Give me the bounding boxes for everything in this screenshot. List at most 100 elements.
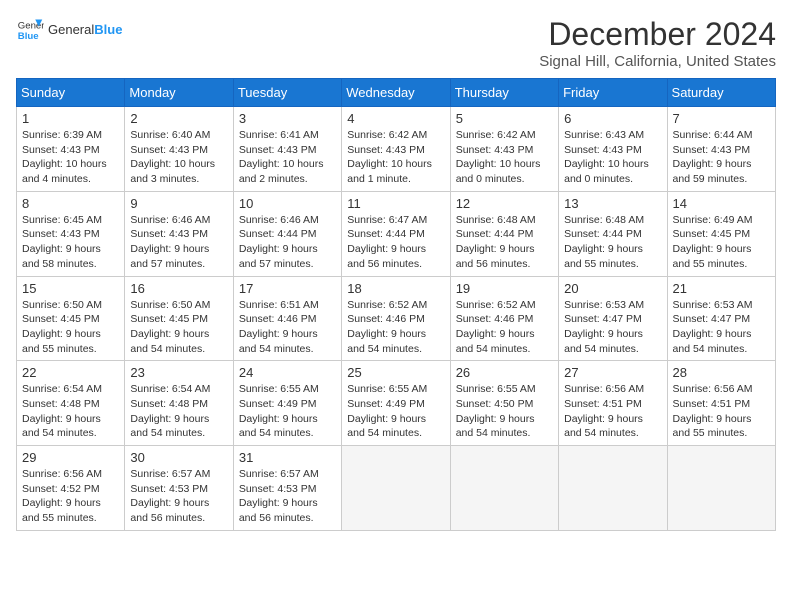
week-row-4: 22 Sunrise: 6:54 AMSunset: 4:48 PMDayligh… (17, 361, 776, 446)
cell-text: Sunrise: 6:50 AMSunset: 4:45 PMDaylight:… (130, 298, 227, 357)
calendar-cell: 23Sunrise: 6:54 AMSunset: 4:48 PMDayligh… (125, 361, 233, 446)
day-number: 27 (564, 365, 661, 380)
logo-blue: Blue (94, 22, 122, 37)
week-row-2: 8Sunrise: 6:45 AMSunset: 4:43 PMDaylight… (17, 191, 776, 276)
cell-text: Sunrise: 6:39 AMSunset: 4:43 PMDaylight:… (22, 128, 119, 187)
calendar-cell: 15Sunrise: 6:50 AMSunset: 4:45 PMDayligh… (17, 276, 125, 361)
cell-text: Sunrise: 6:45 AMSunset: 4:43 PMDaylight:… (22, 213, 119, 272)
cell-text: Sunrise: 6:46 AMSunset: 4:44 PMDaylight:… (239, 213, 336, 272)
week-row-5: 29Sunrise: 6:56 AMSunset: 4:52 PMDayligh… (17, 446, 776, 531)
cell-text: Sunrise: 6:56 AMSunset: 4:51 PMDaylight:… (564, 382, 661, 441)
weekday-saturday: Saturday (667, 79, 775, 107)
day-number: 31 (239, 450, 336, 465)
calendar-cell: 9Sunrise: 6:46 AMSunset: 4:43 PMDaylight… (125, 191, 233, 276)
calendar-cell: 3Sunrise: 6:41 AMSunset: 4:43 PMDaylight… (233, 107, 341, 192)
logo: General Blue GeneralBlue (16, 16, 122, 44)
cell-text: Sunrise: 6:51 AMSunset: 4:46 PMDaylight:… (239, 298, 336, 357)
svg-text:Blue: Blue (18, 31, 39, 42)
day-number: 18 (347, 281, 444, 296)
header: General Blue GeneralBlue December 2024 S… (16, 16, 776, 70)
weekday-wednesday: Wednesday (342, 79, 450, 107)
calendar-cell: 4Sunrise: 6:42 AMSunset: 4:43 PMDaylight… (342, 107, 450, 192)
cell-text: Sunrise: 6:50 AMSunset: 4:45 PMDaylight:… (22, 298, 119, 357)
cell-text: Sunrise: 6:49 AMSunset: 4:45 PMDaylight:… (673, 213, 770, 272)
calendar-cell: 14Sunrise: 6:49 AMSunset: 4:45 PMDayligh… (667, 191, 775, 276)
day-number: 4 (347, 111, 444, 126)
day-number: 6 (564, 111, 661, 126)
calendar-cell: 12 Sunrise: 6:48 AMSunset: 4:44 PMDayligh… (450, 191, 558, 276)
logo-icon: General Blue (16, 16, 44, 44)
calendar-cell: 11 Sunrise: 6:47 AMSunset: 4:44 PMDayligh… (342, 191, 450, 276)
weekday-thursday: Thursday (450, 79, 558, 107)
day-number: 2 (130, 111, 227, 126)
location-title: Signal Hill, California, United States (539, 53, 776, 70)
calendar-table: SundayMondayTuesdayWednesdayThursdayFrid… (16, 78, 776, 531)
day-number: 7 (673, 111, 770, 126)
calendar-cell: 28 Sunrise: 6:56 AMSunset: 4:51 PMDayligh… (667, 361, 775, 446)
calendar-cell: 6Sunrise: 6:43 AMSunset: 4:43 PMDaylight… (559, 107, 667, 192)
calendar-cell: 17 Sunrise: 6:51 AMSunset: 4:46 PMDayligh… (233, 276, 341, 361)
day-number: 10 (239, 196, 336, 211)
cell-text: Sunrise: 6:52 AMSunset: 4:46 PMDaylight:… (456, 298, 553, 357)
day-number: 22 (22, 365, 119, 380)
calendar-cell: 27 Sunrise: 6:56 AMSunset: 4:51 PMDayligh… (559, 361, 667, 446)
cell-text: Sunrise: 6:52 AMSunset: 4:46 PMDaylight:… (347, 298, 444, 357)
calendar-cell: 8Sunrise: 6:45 AMSunset: 4:43 PMDaylight… (17, 191, 125, 276)
day-number: 11 (347, 196, 444, 211)
day-number: 13 (564, 196, 661, 211)
day-number: 17 (239, 281, 336, 296)
day-number: 5 (456, 111, 553, 126)
calendar-cell (342, 446, 450, 531)
weekday-sunday: Sunday (17, 79, 125, 107)
calendar-cell: 2Sunrise: 6:40 AMSunset: 4:43 PMDaylight… (125, 107, 233, 192)
calendar-body: 1 Sunrise: 6:39 AMSunset: 4:43 PMDaylight… (17, 107, 776, 531)
calendar-cell: 31 Sunrise: 6:57 AMSunset: 4:53 PMDayligh… (233, 446, 341, 531)
day-number: 26 (456, 365, 553, 380)
calendar-cell (450, 446, 558, 531)
calendar-cell: 26 Sunrise: 6:55 AMSunset: 4:50 PMDayligh… (450, 361, 558, 446)
title-area: December 2024 Signal Hill, California, U… (539, 16, 776, 70)
cell-text: Sunrise: 6:44 AMSunset: 4:43 PMDaylight:… (673, 128, 770, 187)
cell-text: Sunrise: 6:55 AMSunset: 4:49 PMDaylight:… (347, 382, 444, 441)
week-row-1: 1 Sunrise: 6:39 AMSunset: 4:43 PMDaylight… (17, 107, 776, 192)
calendar-cell: 21 Sunrise: 6:53 AMSunset: 4:47 PMDayligh… (667, 276, 775, 361)
day-number: 30 (130, 450, 227, 465)
calendar-cell: 16 Sunrise: 6:50 AMSunset: 4:45 PMDayligh… (125, 276, 233, 361)
calendar-cell (559, 446, 667, 531)
weekday-monday: Monday (125, 79, 233, 107)
cell-text: Sunrise: 6:53 AMSunset: 4:47 PMDaylight:… (673, 298, 770, 357)
cell-text: Sunrise: 6:47 AMSunset: 4:44 PMDaylight:… (347, 213, 444, 272)
calendar-cell: 30Sunrise: 6:57 AMSunset: 4:53 PMDayligh… (125, 446, 233, 531)
calendar-cell: 1 Sunrise: 6:39 AMSunset: 4:43 PMDaylight… (17, 107, 125, 192)
cell-text: Sunrise: 6:54 AMSunset: 4:48 PMDaylight:… (130, 382, 227, 441)
day-number: 25 (347, 365, 444, 380)
calendar-cell: 25 Sunrise: 6:55 AMSunset: 4:49 PMDayligh… (342, 361, 450, 446)
cell-text: Sunrise: 6:56 AMSunset: 4:51 PMDaylight:… (673, 382, 770, 441)
cell-text: Sunrise: 6:46 AMSunset: 4:43 PMDaylight:… (130, 213, 227, 272)
calendar-cell: 22 Sunrise: 6:54 AMSunset: 4:48 PMDayligh… (17, 361, 125, 446)
day-number: 20 (564, 281, 661, 296)
weekday-tuesday: Tuesday (233, 79, 341, 107)
calendar-cell: 7 Sunrise: 6:44 AMSunset: 4:43 PMDaylight… (667, 107, 775, 192)
cell-text: Sunrise: 6:55 AMSunset: 4:50 PMDaylight:… (456, 382, 553, 441)
cell-text: Sunrise: 6:54 AMSunset: 4:48 PMDaylight:… (22, 382, 119, 441)
calendar-cell: 24Sunrise: 6:55 AMSunset: 4:49 PMDayligh… (233, 361, 341, 446)
cell-text: Sunrise: 6:42 AMSunset: 4:43 PMDaylight:… (456, 128, 553, 187)
week-row-3: 15Sunrise: 6:50 AMSunset: 4:45 PMDayligh… (17, 276, 776, 361)
calendar-cell: 29Sunrise: 6:56 AMSunset: 4:52 PMDayligh… (17, 446, 125, 531)
cell-text: Sunrise: 6:41 AMSunset: 4:43 PMDaylight:… (239, 128, 336, 187)
cell-text: Sunrise: 6:55 AMSunset: 4:49 PMDaylight:… (239, 382, 336, 441)
weekday-header: SundayMondayTuesdayWednesdayThursdayFrid… (17, 79, 776, 107)
calendar-cell: 5 Sunrise: 6:42 AMSunset: 4:43 PMDaylight… (450, 107, 558, 192)
day-number: 16 (130, 281, 227, 296)
day-number: 21 (673, 281, 770, 296)
cell-text: Sunrise: 6:48 AMSunset: 4:44 PMDaylight:… (456, 213, 553, 272)
calendar-cell: 10 Sunrise: 6:46 AMSunset: 4:44 PMDayligh… (233, 191, 341, 276)
day-number: 19 (456, 281, 553, 296)
logo-general: General (48, 22, 94, 37)
day-number: 1 (22, 111, 119, 126)
cell-text: Sunrise: 6:57 AMSunset: 4:53 PMDaylight:… (239, 467, 336, 526)
day-number: 28 (673, 365, 770, 380)
day-number: 12 (456, 196, 553, 211)
calendar-cell: 20Sunrise: 6:53 AMSunset: 4:47 PMDayligh… (559, 276, 667, 361)
